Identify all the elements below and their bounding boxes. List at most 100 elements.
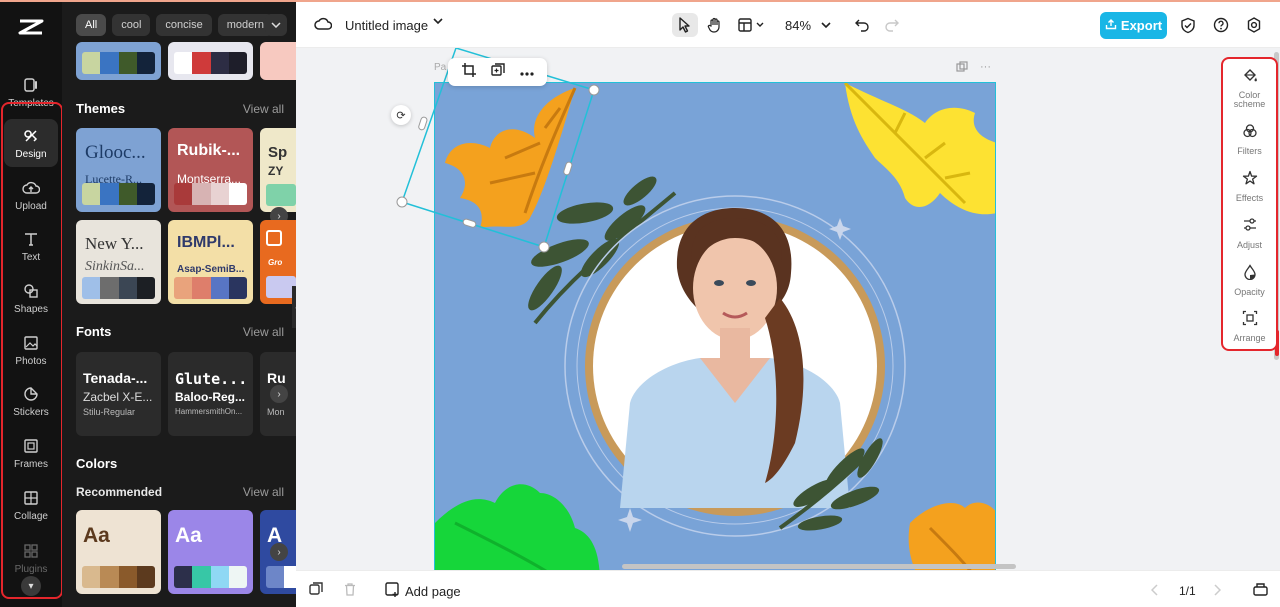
font-card-heading: Glute...: [175, 370, 248, 388]
tool-adjust[interactable]: Adjust: [1223, 217, 1276, 250]
theme-font-primary: New Y...: [85, 234, 144, 253]
theme-card[interactable]: IBMPl... Asap-SemiB...: [168, 220, 253, 304]
font-card-body: Mon: [267, 407, 285, 417]
hand-pan-icon[interactable]: [704, 13, 726, 37]
themes-view-all-link[interactable]: View all: [243, 102, 284, 116]
font-card-subheading: Zacbel X-E...: [83, 390, 153, 404]
add-page-plus-icon: [385, 582, 400, 600]
colors-title: Colors: [76, 456, 118, 471]
colors-view-all-link[interactable]: View all: [243, 485, 284, 499]
colors-recommended-subtitle: Recommended: [76, 485, 163, 499]
add-page-button[interactable]: Add page: [385, 582, 461, 600]
theme-card[interactable]: Rubik-... Montserra...: [168, 128, 253, 212]
style-filter-chips: All cool concise modern: [76, 14, 274, 36]
theme-font-primary: IBMPl...: [177, 234, 235, 251]
element-floating-toolbar: [448, 58, 547, 86]
filter-chip-cool[interactable]: cool: [112, 14, 151, 36]
theme-card-partial[interactable]: Gro: [260, 220, 296, 304]
crop-icon[interactable]: [461, 62, 476, 82]
palette-swatches: [266, 566, 296, 588]
theme-card[interactable]: Glooc... Lucette-R...: [76, 128, 161, 212]
filter-chip-all[interactable]: All: [76, 14, 107, 36]
fonts-next-arrow-icon[interactable]: ›: [270, 385, 288, 403]
more-options-icon[interactable]: [519, 63, 534, 81]
duplicate-page-icon[interactable]: [309, 582, 323, 601]
tool-opacity[interactable]: Opacity: [1223, 264, 1276, 297]
effects-icon: [1242, 170, 1258, 191]
theme-card-partial[interactable]: [76, 42, 161, 80]
tool-effects[interactable]: Effects: [1223, 170, 1276, 203]
palette-sample-text: Aa: [83, 524, 110, 547]
tool-label: Effects: [1235, 193, 1264, 203]
theme-card[interactable]: New Y... SinkinSa...: [76, 220, 161, 304]
right-tools-panel: Color scheme Filters Effects Adjust Opac…: [1221, 57, 1278, 351]
delete-trash-icon[interactable]: [343, 582, 357, 601]
theme-swatches: [174, 277, 247, 299]
export-button[interactable]: Export: [1100, 12, 1167, 39]
settings-gear-icon[interactable]: [1244, 13, 1264, 37]
redo-icon[interactable]: [883, 13, 901, 37]
rotate-handle-icon[interactable]: ⟳: [391, 105, 411, 125]
theme-font-secondary: SinkinSa...: [85, 259, 145, 274]
undo-icon[interactable]: [853, 13, 871, 37]
theme-swatches: [82, 277, 155, 299]
help-icon[interactable]: [1211, 13, 1231, 37]
title-chevron-down-icon[interactable]: [433, 17, 443, 28]
page-more-icon[interactable]: ···: [980, 61, 991, 76]
font-card-heading: Tenada-...: [83, 370, 148, 386]
filter-more-chevron-down-icon[interactable]: [265, 14, 287, 36]
theme-font-secondary: Asap-SemiB...: [177, 264, 245, 275]
left-nav-rail: Templates Design Upload Text Shapes Phot…: [0, 2, 63, 607]
duplicate-element-icon[interactable]: [490, 62, 505, 82]
theme-swatches: [82, 183, 155, 205]
themes-title: Themes: [76, 101, 126, 116]
capcut-logo-icon[interactable]: [17, 16, 45, 38]
filters-icon: [1242, 123, 1258, 144]
arrange-icon: [1242, 310, 1258, 331]
orange-leaf-sticker: [908, 502, 995, 570]
font-card-body: Stilu-Regular: [83, 407, 136, 417]
bottom-toolbar: Add page 1/1: [296, 570, 1280, 607]
tool-label: Arrange: [1233, 333, 1266, 343]
colors-next-arrow-icon[interactable]: ›: [270, 543, 288, 561]
templates-icon: [22, 76, 40, 94]
select-pointer-icon[interactable]: [672, 13, 698, 37]
color-scheme-icon: [1242, 67, 1258, 88]
color-palette-card[interactable]: Aa: [76, 510, 161, 594]
horizontal-scrollbar[interactable]: [622, 564, 1016, 569]
page-actions: ···: [956, 61, 991, 76]
duplicate-page-icon[interactable]: [956, 61, 968, 76]
font-card-body: HammersmithOn...: [175, 407, 243, 416]
next-page-chevron-icon[interactable]: [1213, 583, 1222, 601]
green-leaf-sticker: [435, 484, 600, 570]
color-palette-card[interactable]: Aa: [168, 510, 253, 594]
font-card[interactable]: Glute... Baloo-Reg... HammersmithOn...: [168, 352, 253, 436]
adjust-icon: [1242, 217, 1258, 238]
shield-icon[interactable]: [1178, 13, 1198, 37]
font-card[interactable]: Tenada-... Zacbel X-E... Stilu-Regular: [76, 352, 161, 436]
tool-color-scheme[interactable]: Color scheme: [1223, 67, 1276, 109]
yellow-leaf-sticker: [843, 83, 995, 215]
page-panel-icon[interactable]: [1253, 582, 1268, 601]
palette-swatches: [82, 566, 155, 588]
previous-page-chevron-icon[interactable]: [1150, 583, 1159, 601]
canvas-workspace[interactable]: Pa ··· ⟳: [296, 48, 1280, 570]
fonts-title: Fonts: [76, 324, 112, 339]
tool-label: Color scheme: [1233, 90, 1266, 109]
zoom-chevron-down-icon[interactable]: [819, 13, 833, 37]
theme-font-primary: Glooc...: [85, 142, 146, 163]
document-title[interactable]: Untitled image: [345, 18, 428, 33]
filter-chip-concise[interactable]: concise: [156, 14, 212, 36]
theme-card-partial[interactable]: [260, 42, 296, 80]
palette-swatches: [174, 566, 247, 588]
theme-card-partial[interactable]: [168, 42, 253, 80]
theme-font-primary: Rubik-...: [177, 142, 241, 159]
theme-card-partial[interactable]: Sp ZY: [260, 128, 296, 212]
layout-menu-icon[interactable]: [736, 13, 768, 37]
tool-filters[interactable]: Filters: [1223, 123, 1276, 156]
zoom-level[interactable]: 84%: [785, 18, 811, 33]
tool-arrange[interactable]: Arrange: [1223, 310, 1276, 343]
export-label: Export: [1120, 18, 1163, 33]
fonts-view-all-link[interactable]: View all: [243, 325, 284, 339]
cloud-sync-icon[interactable]: [314, 16, 333, 37]
